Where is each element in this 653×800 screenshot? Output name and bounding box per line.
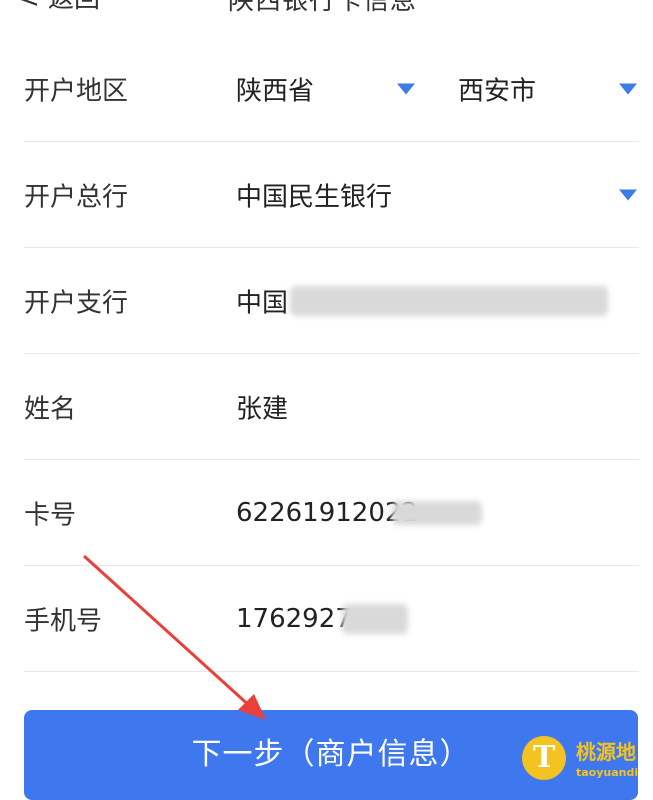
watermark-icon: T bbox=[522, 736, 566, 780]
watermark-logo: T 桃源地 taoyuandi bbox=[520, 730, 653, 788]
annotation-arrow-icon bbox=[82, 554, 266, 720]
watermark-brand-cn: 桃源地 bbox=[576, 740, 636, 764]
watermark-brand-en: taoyuandi bbox=[576, 766, 639, 779]
